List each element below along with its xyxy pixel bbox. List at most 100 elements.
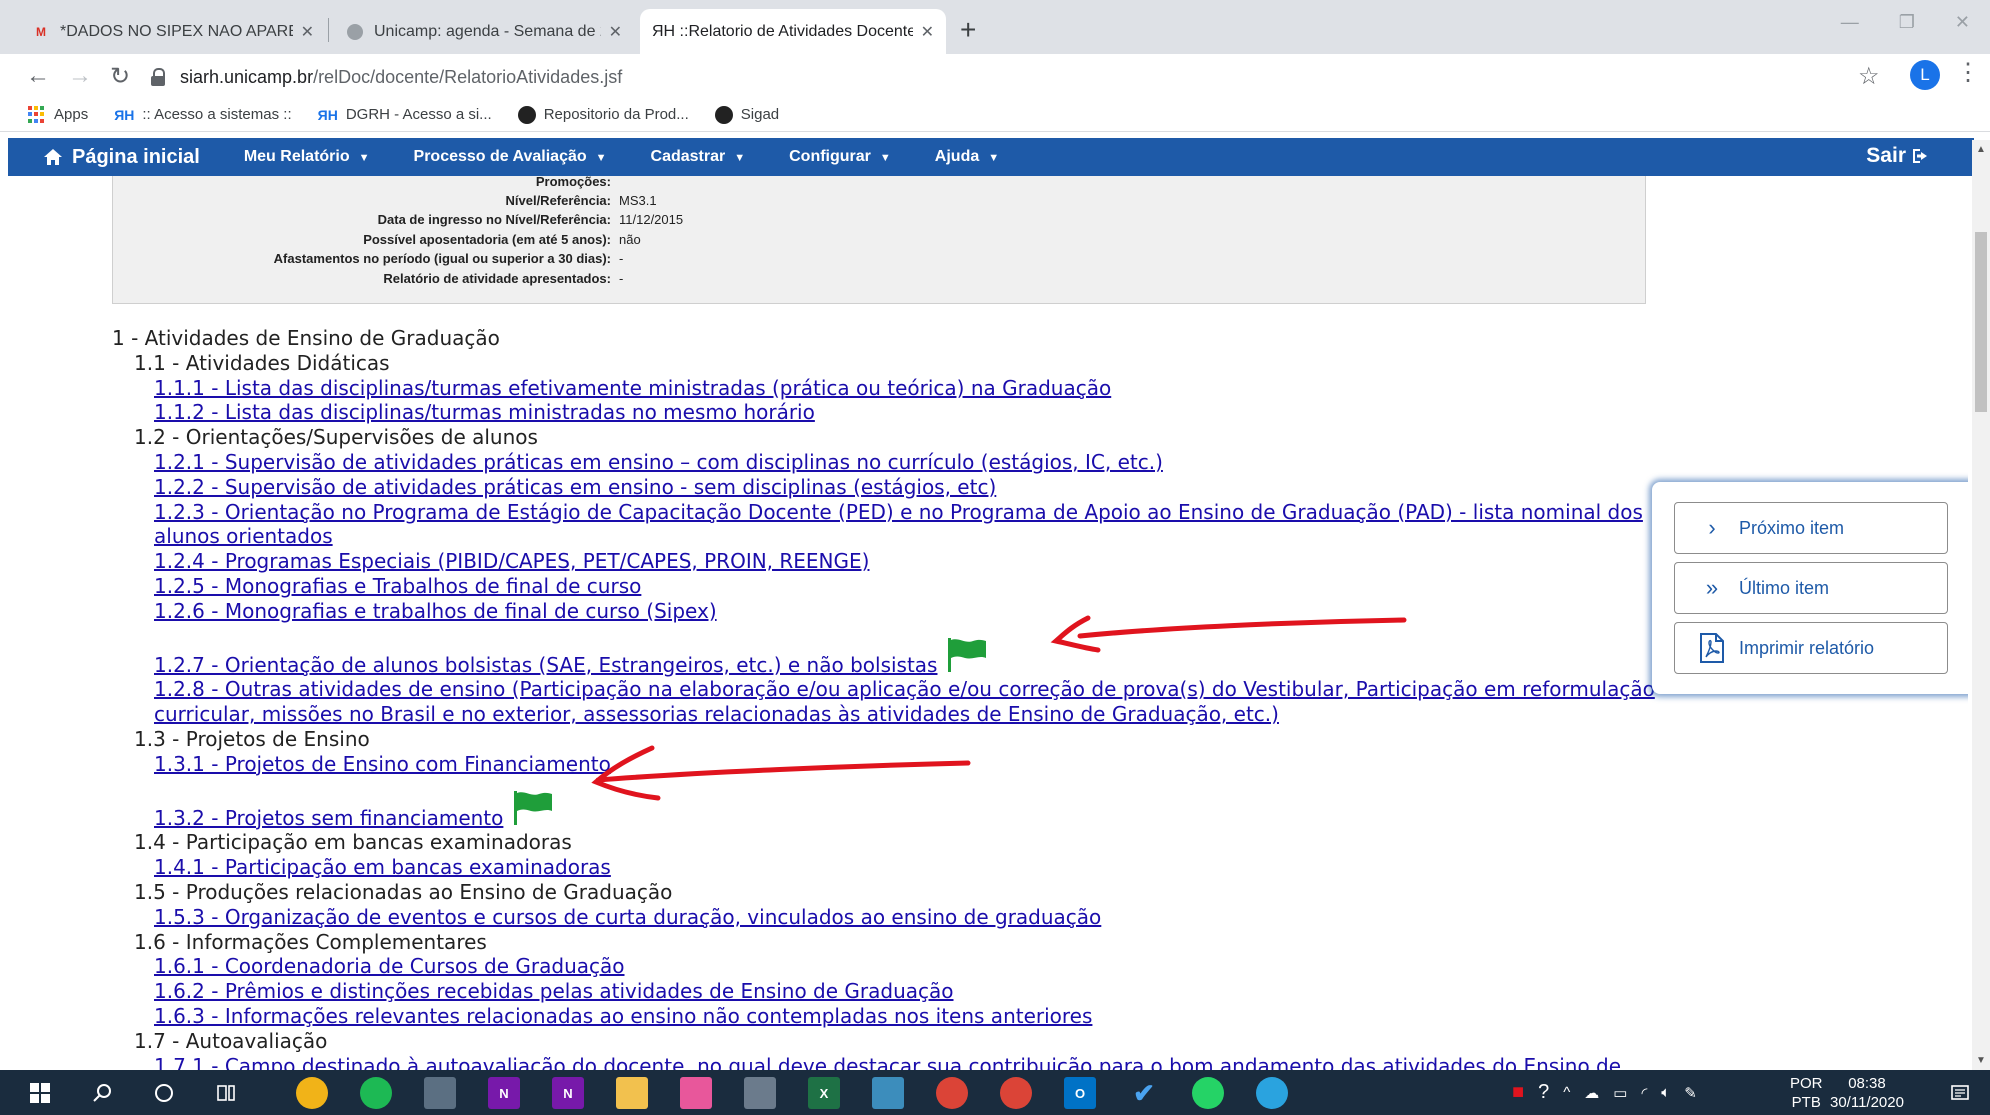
bookmark-acesso-sistemas[interactable]: ЯH :: Acesso a sistemas ::: [114, 106, 291, 123]
next-item-button[interactable]: › Próximo item: [1674, 502, 1948, 554]
notes-icon[interactable]: [872, 1077, 904, 1109]
report-item-label: 1.2.7 - Orientação de alunos bolsistas (…: [154, 652, 938, 677]
onenote-icon[interactable]: N: [552, 1077, 584, 1109]
outline-groups: 1.1 - Atividades Didáticas 1.1.1 - Lista …: [112, 351, 1672, 1070]
wifi-icon[interactable]: ◜: [1641, 1084, 1647, 1102]
bookmark-apps[interactable]: Apps: [28, 105, 88, 124]
report-item-link[interactable]: 1.6.2 - Prêmios e distinções recebidas p…: [112, 979, 1672, 1004]
last-item-label: Último item: [1739, 577, 1830, 598]
todo-check-icon[interactable]: ✔: [1128, 1077, 1160, 1109]
page-scrollbar[interactable]: ▲ ▼: [1972, 140, 1990, 1070]
bookmark-dgrh[interactable]: ЯH DGRH - Acesso a si...: [318, 106, 492, 123]
gift-icon[interactable]: ■: [1512, 1081, 1524, 1104]
windows-start-icon[interactable]: [24, 1077, 56, 1109]
chevron-up-icon[interactable]: ^: [1563, 1084, 1570, 1101]
report-item-link[interactable]: 1.3.2 - Projetos sem financiamento: [112, 777, 1672, 831]
report-item-link[interactable]: 1.2.6 - Monografias e trabalhos de final…: [112, 599, 1672, 624]
report-item-link[interactable]: 1.5.3 - Organização de eventos e cursos …: [112, 905, 1672, 930]
close-tab-icon[interactable]: ✕: [609, 22, 622, 42]
profile-avatar[interactable]: L: [1910, 60, 1940, 90]
report-item-link[interactable]: 1.2.3 - Orientação no Programa de Estági…: [112, 500, 1672, 550]
back-icon[interactable]: ←: [26, 62, 50, 90]
bookmark-star-icon[interactable]: ☆: [1858, 62, 1880, 91]
help-icon[interactable]: ?: [1538, 1081, 1549, 1104]
battery-icon[interactable]: ▭: [1613, 1084, 1627, 1102]
forward-icon[interactable]: →: [68, 62, 92, 90]
report-item-label: 1.5.3 - Organização de eventos e cursos …: [154, 904, 1102, 929]
report-item-link[interactable]: 1.1.2 - Lista das disciplinas/turmas min…: [112, 400, 1672, 425]
browser-tab-agenda[interactable]: Unicamp: agenda - Semana de 2 ✕: [334, 9, 634, 54]
report-item-link[interactable]: 1.2.1 - Supervisão de atividades prática…: [112, 450, 1672, 475]
close-window-icon[interactable]: ✕: [1955, 12, 1970, 33]
subsection-title: 1.4 - Participação em bancas examinadora…: [134, 830, 572, 855]
telegram-icon[interactable]: [1256, 1077, 1288, 1109]
report-item-link[interactable]: 1.1.1 - Lista das disciplinas/turmas efe…: [112, 376, 1672, 401]
cloud-icon[interactable]: ☁: [1584, 1084, 1599, 1102]
menu-processo-avaliacao[interactable]: Processo de Avaliação ▼: [414, 148, 607, 166]
scroll-down-icon[interactable]: ▼: [1976, 1055, 1986, 1066]
reload-icon[interactable]: ↻: [110, 62, 130, 91]
logout-button[interactable]: Sair: [1866, 144, 1930, 168]
menu-configurar[interactable]: Configurar ▼: [789, 148, 891, 166]
address-bar[interactable]: siarh.unicamp.br/relDoc/docente/Relatori…: [150, 61, 1870, 93]
app-yarn-icon[interactable]: [296, 1077, 328, 1109]
report-item-label: 1.2.8 - Outras atividades de ensino (Par…: [154, 677, 1655, 727]
bookmark-sigad[interactable]: Sigad: [714, 105, 779, 124]
report-item-link[interactable]: 1.4.1 - Participação em bancas examinado…: [112, 855, 1672, 880]
spotify-icon[interactable]: [360, 1077, 392, 1109]
chrome-icon[interactable]: [1000, 1077, 1032, 1109]
browser-tab-relatorio[interactable]: ЯH ::Relatorio de Atividades Docente ✕: [640, 9, 946, 54]
menu-label: Meu Relatório: [243, 148, 350, 165]
close-tab-icon[interactable]: ✕: [921, 22, 934, 42]
info-value: não: [619, 232, 641, 247]
report-item-link[interactable]: 1.6.1 - Coordenadoria de Cursos de Gradu…: [112, 954, 1672, 979]
photos-icon[interactable]: [680, 1077, 712, 1109]
menu-ajuda[interactable]: Ajuda ▼: [935, 148, 999, 166]
print-report-button[interactable]: Imprimir relatório: [1674, 622, 1948, 674]
new-tab-button[interactable]: +: [960, 14, 976, 46]
info-label: Afastamentos no período (igual ou superi…: [273, 251, 611, 266]
tab-title: Unicamp: agenda - Semana de 2: [374, 22, 601, 40]
excel-icon[interactable]: X: [808, 1077, 840, 1109]
menu-cadastrar[interactable]: Cadastrar ▼: [651, 148, 746, 166]
report-content: Promoções: Nível/Referência: MS3.1 Data d…: [0, 176, 1968, 1070]
report-item-link[interactable]: 1.2.8 - Outras atividades de ensino (Par…: [112, 677, 1672, 727]
chrome-icon[interactable]: [936, 1077, 968, 1109]
menu-meu-relatorio[interactable]: Meu Relatório ▼: [244, 148, 370, 166]
bookmark-repositorio[interactable]: Repositorio da Prod...: [517, 105, 689, 124]
notifications-icon[interactable]: [1944, 1077, 1976, 1109]
pen-icon[interactable]: ✎: [1684, 1084, 1697, 1102]
report-item-link[interactable]: 1.7.1 - Campo destinado à autoavaliação …: [112, 1054, 1672, 1070]
snip-icon[interactable]: [744, 1077, 776, 1109]
home-link[interactable]: Página inicial: [44, 146, 200, 169]
browser-tab-gmail[interactable]: M *DADOS NO SIPEX NAO APAREC ✕: [20, 9, 326, 54]
report-item-link[interactable]: 1.2.2 - Supervisão de atividades prática…: [112, 475, 1672, 500]
browser-menu-icon[interactable]: ⋮: [1956, 58, 1980, 87]
whatsapp-icon[interactable]: [1192, 1077, 1224, 1109]
outlook-icon[interactable]: O: [1064, 1077, 1096, 1109]
scroll-up-icon[interactable]: ▲: [1976, 144, 1986, 155]
report-item-link[interactable]: 1.3.1 - Projetos de Ensino com Financiam…: [112, 752, 1672, 777]
report-item-link[interactable]: 1.2.7 - Orientação de alunos bolsistas (…: [112, 624, 1672, 678]
report-item-link[interactable]: 1.6.3 - Informações relevantes relaciona…: [112, 1004, 1672, 1029]
onenote-icon[interactable]: N: [488, 1077, 520, 1109]
last-item-button[interactable]: » Último item: [1674, 562, 1948, 614]
search-icon[interactable]: [86, 1077, 118, 1109]
report-item-link[interactable]: 1.2.4 - Programas Especiais (PIBID/CAPES…: [112, 549, 1672, 574]
report-item-link[interactable]: 1.2.5 - Monografias e Trabalhos de final…: [112, 574, 1672, 599]
browser-toolbar: ← → ↻ siarh.unicamp.br/relDoc/docente/Re…: [0, 54, 1990, 98]
file-explorer-icon[interactable]: [616, 1077, 648, 1109]
minimize-icon[interactable]: —: [1841, 12, 1859, 33]
volume-icon[interactable]: 🔈︎: [1661, 1084, 1670, 1101]
taskbar-clock[interactable]: 08:38 30/11/2020: [1830, 1074, 1904, 1112]
cortana-icon[interactable]: [148, 1077, 180, 1109]
close-tab-icon[interactable]: ✕: [301, 22, 314, 42]
chevron-right-icon: ›: [1708, 515, 1716, 540]
lock-icon[interactable]: [150, 68, 166, 86]
scrollbar-thumb[interactable]: [1975, 232, 1987, 412]
calculator-icon[interactable]: [424, 1077, 456, 1109]
task-view-icon[interactable]: [210, 1077, 242, 1109]
report-item-label: 1.2.4 - Programas Especiais (PIBID/CAPES…: [154, 549, 870, 574]
restore-icon[interactable]: ❐: [1899, 12, 1915, 33]
language-indicator[interactable]: POR PTB: [1790, 1074, 1823, 1112]
